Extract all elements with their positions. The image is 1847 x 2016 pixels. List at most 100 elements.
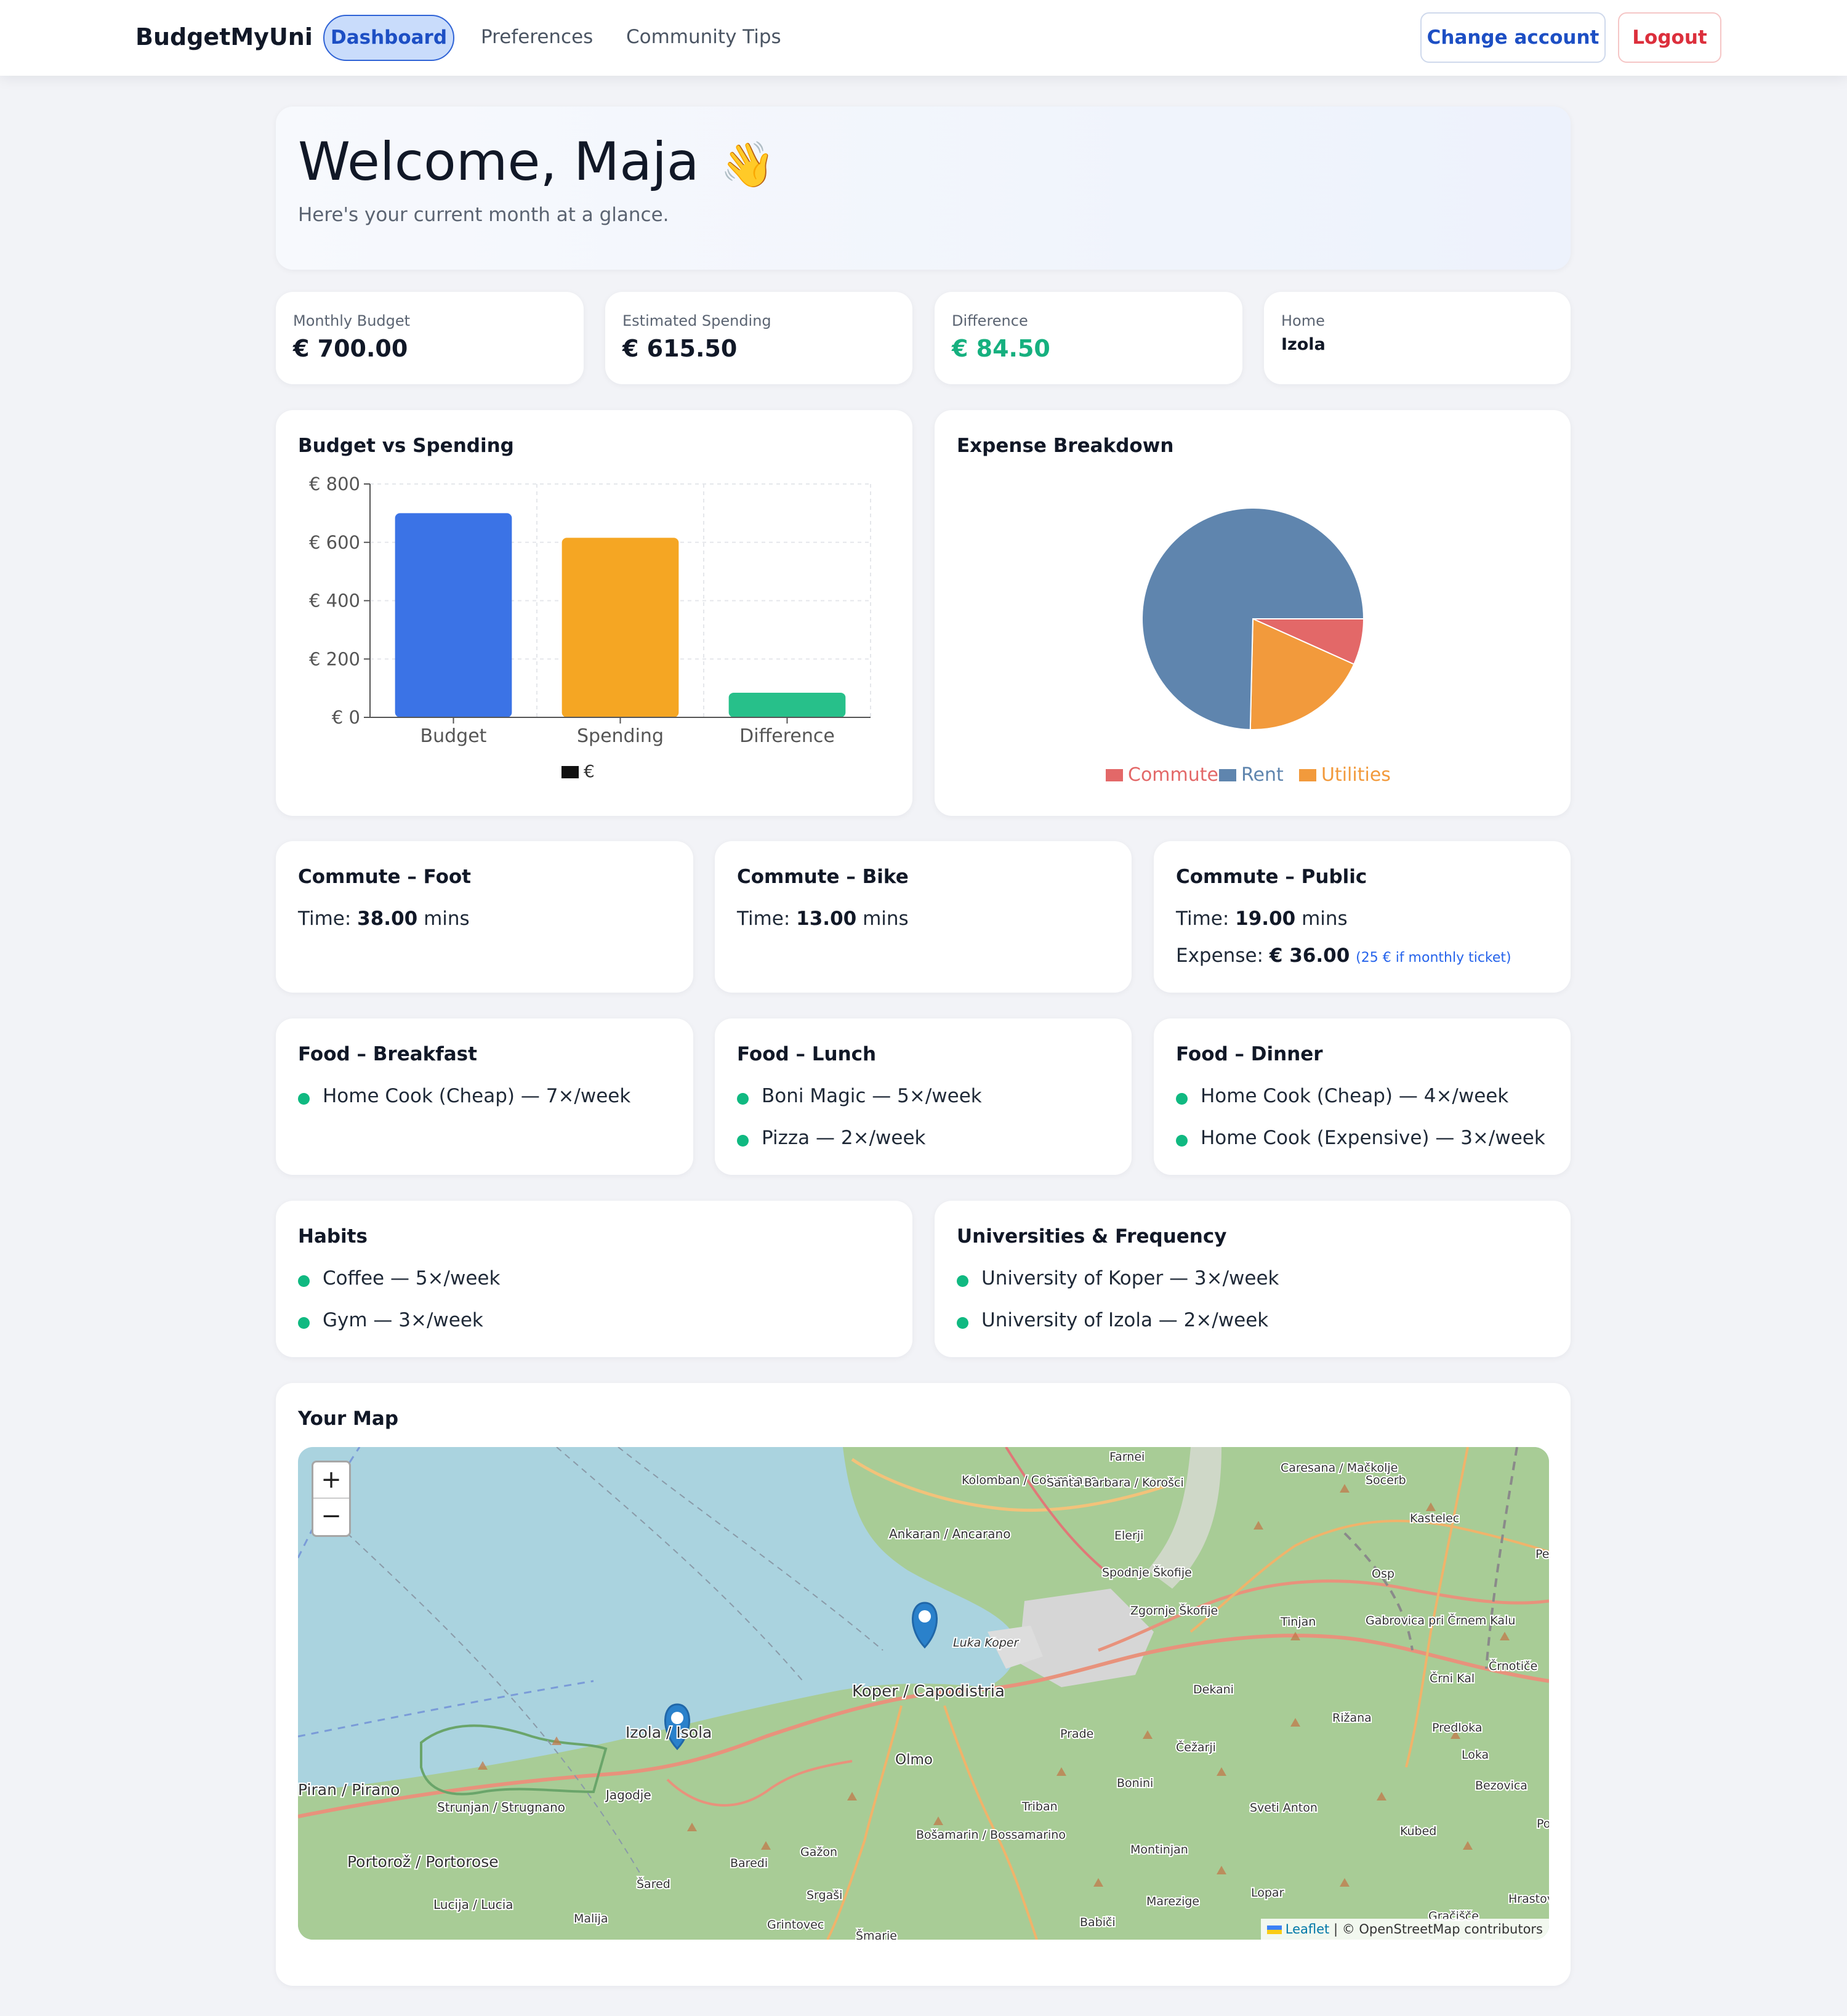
map-label: Prade [1060,1727,1093,1741]
list-item: Pizza — 2×/week [737,1127,925,1149]
monthly-ticket-note: (25 € if monthly ticket) [1356,950,1511,966]
card-title: Universities & Frequency [957,1225,1227,1248]
map-label: Lopar [1251,1886,1284,1900]
legend-label: Rent [1241,764,1284,786]
map-label: Caresana / Mačkolje [1281,1461,1398,1475]
commute-time: Time: 13.00 mins [737,908,909,930]
card-title: Commute – Bike [737,866,909,888]
attribution-text: | © OpenStreetMap contributors [1333,1922,1543,1937]
map-label: Črnotiče [1489,1658,1537,1673]
map-label: Portorož / Portorose [347,1853,499,1871]
map-label: Farnei [1109,1450,1145,1464]
zoom-out-button[interactable]: − [313,1499,349,1535]
legend-label: Utilities [1321,764,1391,786]
bar-difference [728,692,846,717]
tab-community-tips[interactable]: Community Tips [626,26,781,48]
commute-bike-card: Commute – Bike Time: 13.00 mins [715,841,1132,993]
map-label: Triban [1021,1800,1058,1813]
map-label: Olmo [895,1752,933,1768]
map-label: Gažon [800,1845,837,1859]
list-item: Home Cook (Cheap) — 7×/week [298,1085,630,1107]
card-title: Food – Lunch [737,1043,877,1065]
y-tick-label: € 0 [332,707,360,728]
map-label: Santa Barbara / Korošci [1047,1476,1184,1490]
map-label: Elerji [1114,1529,1143,1542]
commute-expense: Expense: € 36.00 (25 € if monthly ticket… [1176,945,1511,967]
map-label: Ankaran / Ancarano [889,1526,1010,1541]
map-view[interactable]: Koper / Capodistria Izola / Isola Piran … [298,1447,1549,1940]
leaflet-link[interactable]: Leaflet [1286,1922,1330,1937]
list-item: Home Cook (Cheap) — 4×/week [1176,1085,1508,1107]
bar-spending [561,538,679,717]
y-tick-label: € 800 [309,474,360,494]
wave-icon: 👋 [720,139,776,190]
legend-swatch [1219,769,1236,781]
map-label: Izola / Isola [626,1724,712,1741]
map-label: Bezovica [1475,1779,1527,1792]
zoom-in-button[interactable]: + [313,1462,349,1499]
card-title: Food – Dinner [1176,1043,1323,1065]
map-label: Sveti Anton [1250,1801,1318,1815]
tab-dashboard[interactable]: Dashboard [323,15,454,61]
brand-logo[interactable]: BudgetMyUni [135,23,313,50]
legend-swatch [1299,769,1316,781]
card-title: Food – Breakfast [298,1043,477,1065]
map-label: Pe [1535,1547,1549,1561]
map-label: Dekani [1193,1683,1234,1696]
welcome-subtitle: Here's your current month at a glance. [298,204,669,226]
map-label: Bonini [1117,1776,1153,1790]
tab-preferences[interactable]: Preferences [481,26,593,48]
map-label: Srgaši [807,1889,842,1902]
map-label: Koper / Capodistria [852,1682,1005,1701]
bullet-dot [737,1135,749,1147]
top-navbar: BudgetMyUni Dashboard Preferences Commun… [0,0,1847,76]
legend-swatch [561,766,579,778]
map-label: Jagodje [605,1788,651,1802]
stat-value: € 84.50 [952,335,1050,362]
x-tick-label: Spending [577,725,664,747]
map-label: Po [1537,1817,1549,1831]
map-label: Malija [574,1912,608,1925]
map-label: Luka Koper [953,1636,1019,1650]
list-item: Boni Magic — 5×/week [737,1085,982,1107]
list-item: Gym — 3×/week [298,1309,483,1331]
map-label: Šared [637,1876,670,1891]
y-tick-label: € 400 [309,591,360,611]
commute-time: Time: 38.00 mins [298,908,470,930]
map-label: Lucija / Lucia [433,1897,513,1912]
commute-foot-card: Commute – Foot Time: 38.00 mins [276,841,693,993]
map-label: Socerb [1366,1474,1406,1487]
list-item: University of Izola — 2×/week [957,1309,1268,1331]
map-zoom-control: + − [312,1461,351,1537]
map-label: Montinjan [1130,1843,1188,1857]
bar-budget [395,513,512,717]
food-dinner-card: Food – Dinner Home Cook (Cheap) — 4×/wee… [1154,1018,1571,1175]
stat-value: € 615.50 [622,335,738,362]
list-item: University of Koper — 3×/week [957,1267,1279,1289]
y-tick-label: € 600 [309,532,360,553]
logout-button[interactable]: Logout [1618,12,1721,63]
stat-label: Estimated Spending [622,312,771,329]
bullet-dot [957,1317,968,1329]
map-label: Strunjan / Strugnano [437,1800,565,1815]
commute-time: Time: 19.00 mins [1176,908,1348,930]
change-account-button[interactable]: Change account [1420,12,1606,63]
map-label: Tinjan [1280,1615,1316,1629]
stat-difference: Difference € 84.50 [935,292,1242,384]
bullet-dot [1176,1135,1188,1147]
bullet-dot [957,1275,968,1287]
stat-label: Difference [952,312,1028,329]
welcome-banner: Welcome, Maja 👋 Here's your current month… [276,107,1571,270]
food-breakfast-card: Food – Breakfast Home Cook (Cheap) — 7×/… [276,1018,693,1175]
map-label: Kubed [1400,1824,1436,1838]
map-label: Piran / Pirano [298,1781,400,1799]
welcome-text: Welcome, Maja [298,131,699,193]
list-item: Coffee — 5×/week [298,1267,500,1289]
map-label: Bošamarin / Bossamarino [916,1828,1066,1842]
ukraine-flag-icon [1266,1925,1282,1934]
map-label: Šmarje [856,1928,897,1940]
map-attribution: Leaflet | © OpenStreetMap contributors [1260,1919,1549,1940]
map-label: Gabrovica pri Črnem Kalu [1366,1613,1515,1627]
map-label: Hrastov [1508,1892,1549,1906]
map-tiles[interactable]: Koper / Capodistria Izola / Isola Piran … [298,1447,1549,1940]
